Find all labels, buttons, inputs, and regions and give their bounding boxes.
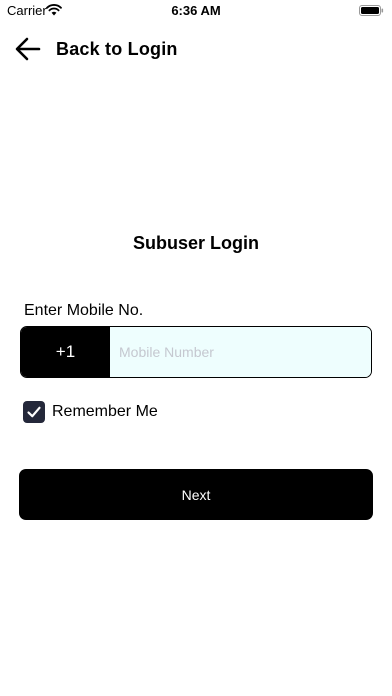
remember-me-checkbox[interactable] — [23, 401, 45, 423]
country-code-selector[interactable]: +1 — [21, 327, 110, 377]
battery-icon — [359, 5, 384, 16]
back-arrow-icon — [15, 37, 41, 61]
phone-input-group: +1 — [20, 326, 372, 378]
checkmark-icon — [27, 406, 41, 418]
next-button[interactable]: Next — [19, 469, 373, 520]
clock: 6:36 AM — [171, 3, 221, 18]
mobile-field-label: Enter Mobile No. — [24, 302, 144, 319]
back-to-login-button[interactable]: Back to Login — [14, 34, 178, 64]
mobile-number-input[interactable] — [110, 327, 371, 377]
remember-me-toggle[interactable]: Remember Me — [23, 400, 158, 424]
status-bar: Carrier 6:36 AM — [0, 0, 392, 22]
header: Back to Login — [0, 30, 392, 66]
back-to-login-label: Back to Login — [56, 38, 178, 59]
remember-me-label: Remember Me — [52, 403, 158, 420]
subuser-login-screen: Carrier 6:36 AM Back to Login Subuser Lo… — [0, 0, 392, 696]
page-title: Subuser Login — [133, 233, 259, 253]
